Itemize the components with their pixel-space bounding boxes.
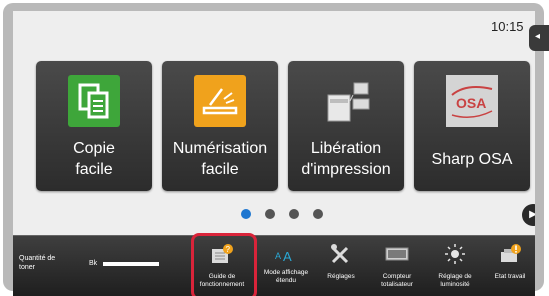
- panel-frame: 10:15 Copie facile Numérisation facile Lib…: [3, 3, 549, 296]
- clock: 10:15: [491, 19, 524, 34]
- toner-level-bar: [103, 262, 159, 266]
- copy-icon: [68, 75, 120, 127]
- sharp-osa-icon: OSA: [446, 75, 498, 127]
- tile-liberation-impression[interactable]: Libération d'impression: [288, 61, 404, 191]
- tile-numerisation-facile[interactable]: Numérisation facile: [162, 61, 278, 191]
- toner-color-label: Bk: [89, 260, 98, 267]
- job-status-icon: [498, 243, 522, 265]
- tile-label: Sharp OSA: [431, 151, 513, 168]
- scan-icon: [194, 75, 246, 127]
- print-release-icon: [320, 75, 372, 127]
- status-bar: 10:15: [13, 11, 535, 49]
- total-count-button[interactable]: Compteur totalisateur: [369, 236, 425, 296]
- button-label: Compteur totalisateur: [381, 273, 413, 288]
- job-status-button[interactable]: Etat travail: [485, 236, 535, 296]
- enlarge-display-button[interactable]: AA Mode affichage étendu: [261, 236, 311, 296]
- button-label: Etat travail: [494, 273, 526, 280]
- settings-button[interactable]: Réglages: [315, 236, 367, 296]
- side-panel-tab[interactable]: ◂: [529, 25, 549, 51]
- next-page-button[interactable]: ▶: [522, 204, 535, 226]
- highlight-frame: [191, 233, 257, 296]
- total-count-icon: [385, 243, 409, 265]
- page-dot-1[interactable]: [241, 209, 251, 219]
- tile-copie-facile[interactable]: Copie facile: [36, 61, 152, 191]
- enlarge-display-icon: AA: [274, 243, 298, 265]
- button-label: Mode affichage étendu: [263, 269, 309, 284]
- tile-label: Numérisation facile: [172, 140, 268, 178]
- button-label: Réglages: [327, 273, 355, 280]
- bottom-taskbar: Quantité de toner Bk ? Guide de fonction…: [13, 235, 535, 296]
- page-dot-4[interactable]: [313, 209, 323, 219]
- svg-text:OSA: OSA: [456, 95, 486, 111]
- page-dot-2[interactable]: [265, 209, 275, 219]
- button-label: Réglage de luminosité: [438, 273, 472, 288]
- svg-text:A: A: [283, 249, 292, 264]
- tile-label: Copie facile: [73, 140, 115, 178]
- svg-text:A: A: [275, 251, 281, 261]
- home-screen: 10:15 Copie facile Numérisation facile Lib…: [13, 11, 535, 296]
- toner-quantity-label: Quantité de toner: [19, 255, 56, 271]
- brightness-icon: [443, 243, 467, 265]
- arrow-left-icon: ◂: [535, 31, 541, 42]
- page-dot-3[interactable]: [289, 209, 299, 219]
- brightness-button[interactable]: Réglage de luminosité: [427, 236, 483, 296]
- settings-icon: [329, 243, 353, 265]
- tile-label: Libération d'impression: [301, 140, 391, 178]
- tile-sharp-osa[interactable]: OSA Sharp OSA: [414, 61, 530, 191]
